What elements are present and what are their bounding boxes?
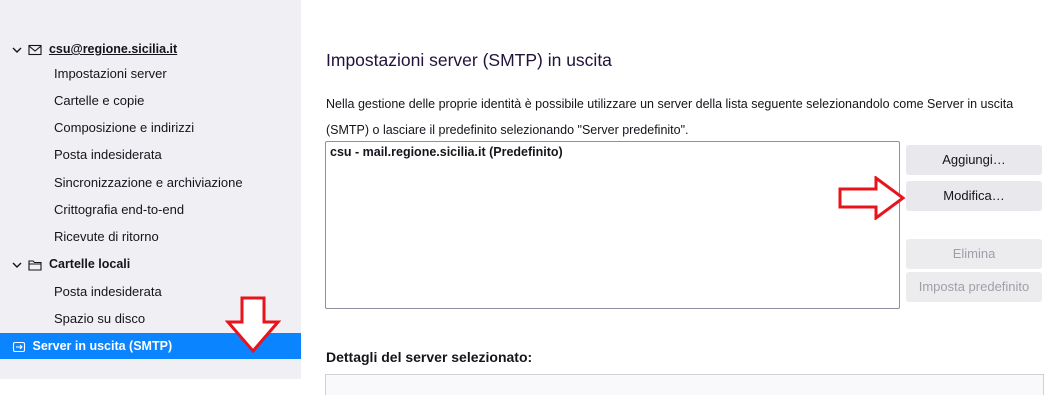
set-default-button[interactable]: Imposta predefinito: [906, 272, 1042, 302]
sidebar-local-folders[interactable]: Cartelle locali: [0, 251, 301, 277]
list-item[interactable]: csu - mail.regione.sicilia.it (Predefini…: [326, 142, 899, 162]
mail-icon: [28, 44, 43, 55]
page-description: Nella gestione delle proprie identità è …: [326, 97, 1014, 137]
add-server-button[interactable]: Aggiungi…: [906, 145, 1042, 175]
sidebar-item-outgoing-label: Server in uscita (SMTP): [32, 339, 173, 353]
server-details-title: Dettagli del server selezionato:: [326, 349, 533, 365]
sidebar-account-csu[interactable]: csu@regione.sicilia.it: [0, 36, 301, 62]
page-title: Impostazioni server (SMTP) in uscita: [326, 50, 612, 70]
smtp-server-list[interactable]: csu - mail.regione.sicilia.it (Predefini…: [325, 141, 900, 309]
sidebar-item-e2e-encryption[interactable]: Crittografia end-to-end: [0, 197, 301, 223]
sidebar-item-folders-copies[interactable]: Cartelle e copie: [0, 88, 301, 114]
chevron-down-icon[interactable]: [12, 45, 22, 55]
red-arrow-down-icon: [225, 296, 281, 354]
remove-server-button-label: Elimina: [952, 246, 996, 261]
edit-server-button[interactable]: Modifica…: [906, 181, 1042, 211]
edit-server-button-label: Modifica…: [943, 188, 1005, 203]
chevron-down-icon[interactable]: [12, 260, 22, 270]
set-default-button-label: Imposta predefinito: [918, 279, 1030, 294]
server-details-box: [325, 374, 1044, 395]
remove-server-button[interactable]: Elimina: [906, 239, 1042, 269]
folder-icon: [28, 260, 43, 271]
sidebar-item-return-receipts[interactable]: Ricevute di ritorno: [0, 224, 301, 250]
sidebar-item-junk[interactable]: Posta indesiderata: [0, 142, 301, 168]
sidebar-item-server-settings[interactable]: Impostazioni server: [0, 61, 301, 87]
sidebar-local-folders-label: Cartelle locali: [48, 257, 131, 271]
red-arrow-right-icon: [838, 176, 906, 220]
add-server-button-label: Aggiungi…: [942, 152, 1006, 167]
sidebar-account-label: csu@regione.sicilia.it: [48, 42, 178, 56]
sidebar-item-composition[interactable]: Composizione e indirizzi: [0, 115, 301, 141]
outgoing-server-icon: [12, 341, 26, 352]
sidebar-item-sync-storage[interactable]: Sincronizzazione e archiviazione: [0, 170, 301, 196]
